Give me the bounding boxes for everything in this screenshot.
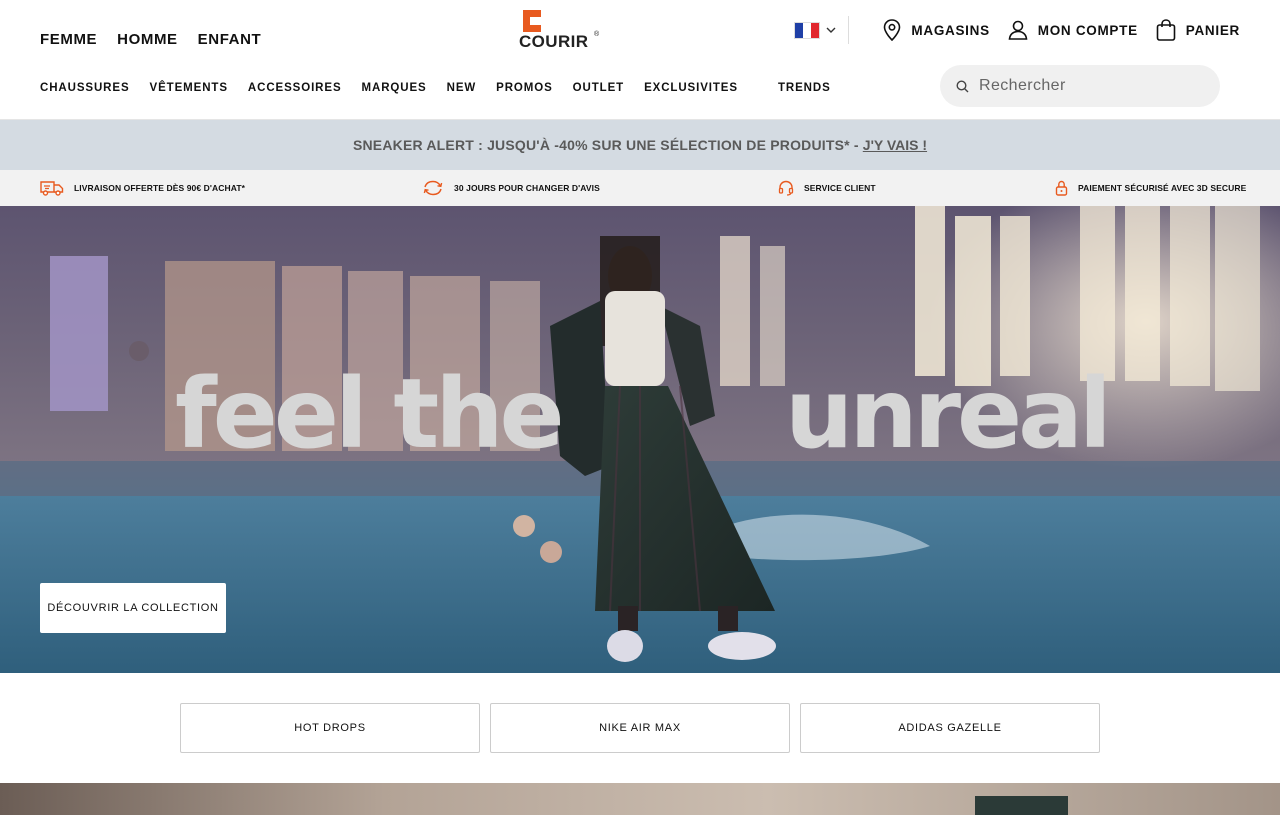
hero-banner[interactable]: feel the unreal DÉCOUVRIR LA COLLECTION (0, 206, 1280, 673)
reassurance-customer-service[interactable]: SERVICE CLIENT (778, 170, 876, 206)
reassurance-delivery[interactable]: LIVRAISON OFFERTE DÈS 90€ D'ACHAT* (40, 170, 245, 206)
france-flag-icon (794, 21, 821, 39)
nike-air-max-button[interactable]: NIKE AIR MAX (490, 703, 790, 753)
cart-label: PANIER (1185, 22, 1240, 38)
padlock-icon (1055, 180, 1068, 196)
search-input[interactable] (979, 77, 1199, 95)
promo-text: SNEAKER ALERT : JUSQU'À -40% SUR UNE SÉL… (352, 137, 859, 153)
gender-nav: FEMME HOMME ENFANT (40, 31, 261, 48)
reassurance-bar: LIVRAISON OFFERTE DÈS 90€ D'ACHAT* 30 JO… (0, 170, 1280, 206)
reassurance-returns-label: 30 JOURS POUR CHANGER D'AVIS (454, 183, 600, 193)
promo-link[interactable]: J'Y VAIS ! (863, 137, 927, 153)
reassurance-customer-service-label: SERVICE CLIENT (804, 183, 876, 193)
delivery-truck-icon (40, 181, 64, 196)
hero-headline-left: feel the (175, 358, 565, 470)
exchange-arrows-icon (423, 180, 443, 196)
stores-link[interactable]: MAGASINS (883, 19, 989, 41)
account-label: MON COMPTE (1037, 22, 1138, 38)
nav-marques[interactable]: MARQUES (362, 82, 427, 94)
quick-links: HOT DROPS NIKE AIR MAX ADIDAS GAZELLE (180, 703, 1100, 753)
nav-exclusivites[interactable]: EXCLUSIVITES (644, 82, 738, 94)
nav-promos[interactable]: PROMOS (496, 82, 553, 94)
nav-new[interactable]: NEW (447, 82, 477, 94)
reassurance-secure-payment[interactable]: PAIEMENT SÉCURISÉ AVEC 3D SECURE (1055, 170, 1246, 206)
nav-accessoires[interactable]: ACCESSOIRES (248, 82, 342, 94)
reassurance-returns[interactable]: 30 JOURS POUR CHANGER D'AVIS (422, 170, 600, 206)
user-icon (1008, 20, 1028, 40)
logo-wordmark: COURIR (519, 32, 589, 51)
adidas-gazelle-button[interactable]: ADIDAS GAZELLE (800, 703, 1100, 753)
map-pin-icon (884, 19, 901, 41)
headset-icon (778, 180, 794, 196)
hot-drops-button[interactable]: HOT DROPS (180, 703, 480, 753)
logo-registered-mark: ® (594, 31, 600, 38)
courir-logo[interactable]: COURIR ® (519, 10, 603, 51)
site-header: FEMME HOMME ENFANT COURIR ® MAGASINS MON… (0, 0, 1280, 120)
nav-femme[interactable]: FEMME (40, 31, 97, 48)
nav-trends[interactable]: TRENDS (778, 82, 831, 94)
nav-outlet[interactable]: OUTLET (573, 82, 624, 94)
nav-homme[interactable]: HOMME (117, 31, 178, 48)
logo-mark-icon (523, 10, 541, 32)
search-icon (956, 79, 969, 92)
next-banner-image[interactable] (0, 783, 1280, 815)
shopping-bag-icon (1156, 19, 1176, 41)
utility-nav: MAGASINS MON COMPTE PANIER (794, 16, 1240, 44)
next-banner-object (975, 796, 1068, 815)
account-link[interactable]: MON COMPTE (1008, 20, 1138, 40)
chevron-down-icon (826, 27, 836, 33)
language-selector[interactable] (794, 16, 850, 44)
nav-chaussures[interactable]: CHAUSSURES (40, 82, 130, 94)
nav-vetements[interactable]: VÊTEMENTS (150, 82, 228, 94)
stores-label: MAGASINS (911, 22, 990, 38)
reassurance-delivery-label: LIVRAISON OFFERTE DÈS 90€ D'ACHAT* (74, 183, 246, 193)
reassurance-secure-payment-label: PAIEMENT SÉCURISÉ AVEC 3D SECURE (1078, 183, 1247, 193)
hero-headline-right: unreal (785, 358, 1112, 470)
discover-collection-button[interactable]: DÉCOUVRIR LA COLLECTION (40, 583, 226, 633)
category-nav: CHAUSSURES VÊTEMENTS ACCESSOIRES MARQUES… (40, 82, 851, 94)
promo-banner: SNEAKER ALERT : JUSQU'À -40% SUR UNE SÉL… (0, 120, 1280, 170)
search-bar[interactable] (940, 65, 1220, 107)
cart-link[interactable]: PANIER (1156, 19, 1240, 41)
nav-enfant[interactable]: ENFANT (198, 31, 262, 48)
